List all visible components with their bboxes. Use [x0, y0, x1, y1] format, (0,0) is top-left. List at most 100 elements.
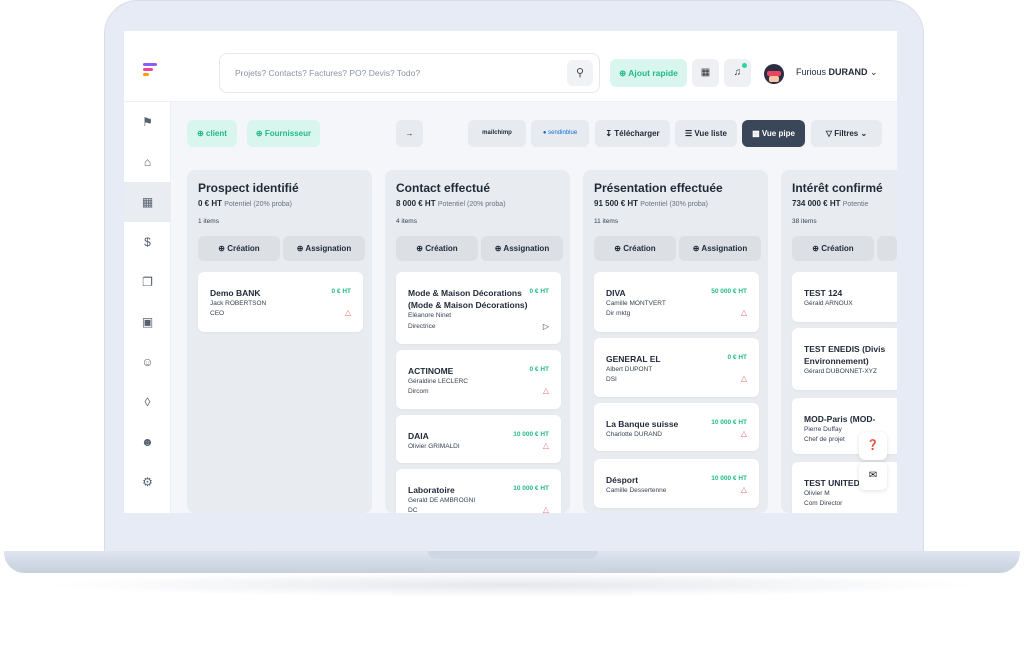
- create-button[interactable]: ⊕ Création: [792, 236, 874, 261]
- assign-button[interactable]: [877, 236, 897, 261]
- deal-card[interactable]: ACTINOME 0 € HT Géraldine LECLERC Dircom…: [396, 350, 561, 409]
- deal-card[interactable]: Laboratoire 10 000 € HT Gerald DE AMBROG…: [396, 469, 561, 513]
- flag-icon[interactable]: ⚑: [124, 102, 171, 142]
- download-button[interactable]: ↧ Télécharger: [595, 120, 670, 147]
- deal-amount: 0 € HT: [727, 354, 747, 361]
- app-logo[interactable]: [143, 63, 157, 79]
- column-title: Prospect identifié: [198, 181, 299, 195]
- create-button[interactable]: ⊕ Création: [396, 236, 478, 261]
- deal-role: Directrice: [408, 323, 436, 330]
- copy-icon[interactable]: ❐: [124, 262, 171, 302]
- mailchimp-label: mailchimp: [482, 130, 512, 136]
- help-icon[interactable]: ❓: [859, 432, 887, 460]
- deal-card[interactable]: DIVA 50 000 € HT Camille MONTVERT Dir mk…: [594, 272, 759, 332]
- pipeline-column: Présentation effectuée 91 500 € HT Poten…: [583, 170, 768, 513]
- column-title: Intérêt confirmé: [792, 181, 883, 195]
- deal-title: Laboratoire: [408, 485, 455, 495]
- deal-contact: Olivier M: [804, 490, 830, 497]
- deal-role: CEO: [210, 310, 225, 317]
- dollar-icon[interactable]: $: [124, 222, 171, 262]
- laptop-notch: [428, 551, 598, 559]
- column-count: 4 items: [396, 218, 417, 225]
- bell-icon[interactable]: ♫: [724, 59, 751, 87]
- gear-icon[interactable]: ⚙: [124, 462, 171, 502]
- add-supplier-button[interactable]: ⊕ Fournisseur: [247, 120, 320, 147]
- user-icon[interactable]: ☻: [124, 422, 171, 462]
- download-label: Télécharger: [614, 129, 660, 138]
- users-icon[interactable]: ☺: [124, 342, 171, 382]
- arrow-right-icon[interactable]: →: [396, 120, 423, 147]
- deal-card[interactable]: TEST ENEDIS (Divis Environnement) Gérard…: [792, 328, 897, 390]
- sidebar: ⚑ ⌂ ▦ $ ❐ ▣ ☺ ◊ ☻ ⚙: [124, 102, 171, 513]
- deal-contact: Gérald ARNOUX: [804, 300, 853, 307]
- deal-contact: Gerald DE AMBROGNI: [408, 497, 476, 504]
- quick-add-label: Ajout rapide: [628, 68, 678, 78]
- deal-card[interactable]: DAIA 10 000 € HT Olivier GRIMALDI △: [396, 415, 561, 463]
- deal-contact: Pierre Duffay: [804, 426, 842, 433]
- deal-contact: Albert DUPONT: [606, 366, 653, 373]
- calendar-icon[interactable]: ▦: [692, 59, 719, 87]
- search-input[interactable]: Projets? Contacts? Factures? PO? Devis? …: [219, 53, 600, 93]
- deal-title: DIVA: [606, 288, 626, 298]
- deal-amount: 0 € HT: [529, 366, 549, 373]
- inbox-icon[interactable]: ▣: [124, 302, 171, 342]
- deal-title: MOD-Paris (MOD-: [804, 414, 876, 424]
- deal-title: Demo BANK: [210, 288, 261, 298]
- deal-amount: 50 000 € HT: [711, 288, 747, 295]
- deal-card[interactable]: Demo BANK 0 € HT Jack ROBERTSON CEO △: [198, 272, 363, 332]
- search-icon[interactable]: ⚲: [567, 60, 593, 86]
- deal-title: TEST UNITED: [804, 478, 860, 488]
- user-menu[interactable]: Furious DURAND ⌄: [796, 67, 878, 78]
- deal-role: Com Director: [804, 500, 843, 507]
- notification-dot: [742, 63, 747, 68]
- calendar-nav-icon[interactable]: ▦: [124, 182, 171, 222]
- assign-button[interactable]: ⊕ Assignation: [481, 236, 563, 261]
- deal-card[interactable]: Désport 10 000 € HT Camille Dessertenne …: [594, 459, 759, 508]
- deal-role: Dir mktg: [606, 310, 631, 317]
- warning-icon: △: [740, 485, 747, 494]
- deal-card[interactable]: Mode & Maison Décorations (Mode & Maison…: [396, 272, 561, 344]
- deal-amount: 0 € HT: [331, 288, 351, 295]
- quick-add-button[interactable]: ⊕ Ajout rapide: [610, 59, 687, 87]
- column-amount: 0 € HT Potentiel (20% proba): [198, 199, 292, 208]
- avatar[interactable]: [764, 64, 784, 84]
- column-title: Présentation effectuée: [594, 181, 723, 195]
- top-bar: Projets? Contacts? Factures? PO? Devis? …: [124, 31, 897, 102]
- home-icon[interactable]: ⌂: [124, 142, 171, 182]
- list-view-label: Vue liste: [694, 129, 727, 138]
- column-count: 38 items: [792, 218, 817, 225]
- deal-card[interactable]: TEST 124 Gérald ARNOUX: [792, 272, 897, 322]
- column-count: 11 items: [594, 218, 619, 225]
- column-amount: 91 500 € HT Potentiel (30% proba): [594, 199, 708, 208]
- filters-button[interactable]: ▽ Filtres ⌄: [811, 120, 882, 147]
- pipeline-column: Contact effectué 8 000 € HT Potentiel (2…: [385, 170, 570, 513]
- deal-contact: Camille Dessertenne: [606, 487, 667, 494]
- deal-amount: 0 € HT: [529, 288, 549, 295]
- chat-icon[interactable]: ✉: [859, 462, 887, 490]
- create-button[interactable]: ⊕ Création: [198, 236, 280, 261]
- pipe-view-button[interactable]: ▩ Vue pipe: [742, 120, 805, 147]
- warning-icon: △: [740, 429, 747, 438]
- warning-icon: △: [740, 374, 747, 383]
- layers-icon[interactable]: ◊: [124, 382, 171, 422]
- deal-amount: 10 000 € HT: [711, 475, 747, 482]
- play-circle-icon[interactable]: ▷: [543, 322, 549, 331]
- sendinblue-button[interactable]: ● sendinblue: [531, 120, 589, 147]
- add-client-button[interactable]: ⊕ client: [187, 120, 237, 147]
- deal-card[interactable]: GENERAL EL 0 € HT Albert DUPONT DSI △: [594, 338, 759, 397]
- mailchimp-button[interactable]: mailchimp: [468, 120, 526, 147]
- column-count: 1 items: [198, 218, 219, 225]
- assign-button[interactable]: ⊕ Assignation: [283, 236, 365, 261]
- create-button[interactable]: ⊕ Création: [594, 236, 676, 261]
- client-label: client: [206, 129, 227, 138]
- laptop-mockup: Projets? Contacts? Factures? PO? Devis? …: [0, 0, 1024, 651]
- pipe-view-label: Vue pipe: [761, 129, 795, 138]
- assign-button[interactable]: ⊕ Assignation: [679, 236, 761, 261]
- warning-icon: △: [542, 386, 549, 395]
- list-view-button[interactable]: ☰ Vue liste: [675, 120, 737, 147]
- supplier-label: Fournisseur: [264, 129, 312, 138]
- column-amount: 8 000 € HT Potentiel (20% proba): [396, 199, 506, 208]
- deal-contact: Jack ROBERTSON: [210, 300, 267, 307]
- deal-card[interactable]: La Banque suisse 10 000 € HT Charlotte D…: [594, 403, 759, 451]
- chevron-down-icon: ⌄: [870, 67, 878, 77]
